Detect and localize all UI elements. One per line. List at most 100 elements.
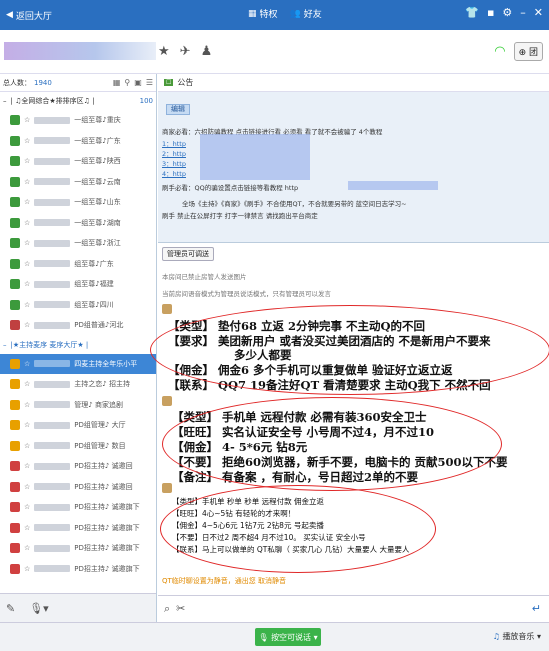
- group-header-1[interactable]: – | ♫全网综合★排排序区♫ | 100: [0, 92, 156, 110]
- blurred-nickname: [34, 239, 71, 247]
- member-row[interactable]: ☆ 一组至尊♪广东: [0, 131, 156, 152]
- signal-icon: ◠: [494, 44, 506, 59]
- member-row[interactable]: ☆ 一组至尊♪山东: [0, 192, 156, 213]
- member-row[interactable]: ☆ 一组至尊♪湖南: [0, 213, 156, 234]
- blurred-links: [200, 134, 310, 180]
- microphone-icon[interactable]: 🎙▾: [29, 602, 49, 615]
- member-row[interactable]: ☆ PD招主持♪ 诚邀旗下: [0, 538, 156, 559]
- collapse-icon: –: [3, 97, 7, 105]
- blurred-nickname: [34, 260, 71, 268]
- manager-dropdown[interactable]: 管理员可调送: [162, 247, 214, 261]
- user-avatar-icon: [10, 115, 20, 126]
- system-message-2: 当前房间语音模式为管理员说话模式，只有管理员可以发言: [162, 290, 331, 298]
- member-row[interactable]: ☆ 主持之恋♪ 招主持: [0, 374, 156, 395]
- push-to-talk-button[interactable]: 🎙 按空可说话 ▾: [255, 628, 321, 646]
- member-row[interactable]: ☆ PD招主持♪ 诚邀旗下: [0, 559, 156, 580]
- member-row[interactable]: ☆ 组至尊♪福建: [0, 274, 156, 295]
- member-name: 一组至尊♪陕西: [74, 157, 121, 166]
- blurred-nickname: [34, 565, 71, 573]
- back-to-lobby-button[interactable]: ◀ 返回大厅: [0, 9, 52, 22]
- member-row[interactable]: ☆ PD招主持♪ 诚邀回: [0, 456, 156, 477]
- music-button[interactable]: ♫ 播放音乐 ▾: [493, 631, 541, 642]
- friends-tab[interactable]: 👥 好友: [290, 7, 322, 21]
- scissors-icon[interactable]: ✂: [176, 602, 185, 616]
- star-icon: ☆: [24, 218, 31, 227]
- star-icon: ☆: [24, 503, 31, 512]
- member-name: 一组至尊♪浙江: [74, 239, 121, 248]
- grid-icon[interactable]: ▦: [113, 78, 121, 87]
- privilege-tab[interactable]: ▦ 特权: [248, 7, 278, 21]
- user-avatar-icon: [10, 156, 20, 167]
- back-icon: ◀: [6, 10, 13, 20]
- blurred-nickname: [34, 524, 71, 532]
- user-avatar-icon: [10, 299, 20, 310]
- user-avatar-icon: [10, 197, 20, 208]
- message-input-bar[interactable]: ⌕ ✂ ↵: [158, 595, 549, 622]
- sender-avatar[interactable]: [162, 483, 172, 493]
- share-plane-icon[interactable]: ✈: [180, 44, 191, 59]
- notice-link-4[interactable]: 4：http: [162, 168, 186, 178]
- list-icon[interactable]: ☰: [146, 78, 153, 87]
- lock-icon[interactable]: ▣: [134, 78, 142, 87]
- mic-off-icon[interactable]: ✎: [6, 602, 15, 615]
- group-header-2[interactable]: – |★主持麦序 麦序大厅★ |: [0, 336, 156, 354]
- send-enter-icon[interactable]: ↵: [532, 602, 541, 615]
- star-icon: ☆: [24, 421, 31, 430]
- blurred-nickname: [34, 198, 71, 206]
- sender-avatar[interactable]: [162, 304, 172, 314]
- highlight-oval-3: [160, 485, 436, 573]
- member-name: PD招主持♪ 诚邀回: [74, 462, 133, 471]
- star-icon: ☆: [24, 259, 31, 268]
- top-bar: ◀ 返回大厅 ▦ 特权 👥 好友 👕 ▪ ⚙ – ✕: [0, 0, 549, 30]
- dropdown-icon: ▾: [311, 632, 318, 642]
- tshirt-icon[interactable]: 👕: [465, 6, 479, 19]
- add-user-icon[interactable]: ♟: [201, 44, 213, 59]
- member-name: 一组至尊♪山东: [74, 198, 121, 207]
- notice-link-1[interactable]: 1：http: [162, 138, 186, 148]
- member-row[interactable]: ☆ PD招主持♪ 诚邀旗下: [0, 497, 156, 518]
- member-row[interactable]: ☆ 一组至尊♪浙江: [0, 233, 156, 254]
- room-action-button[interactable]: ⊕ 团: [513, 42, 543, 61]
- blurred-nickname: [34, 503, 71, 511]
- user-avatar-icon: [10, 320, 20, 331]
- edit-button[interactable]: 编辑: [166, 104, 190, 115]
- member-row[interactable]: ☆ PD招主持♪ 诚邀回: [0, 477, 156, 498]
- member-row[interactable]: ☆ PD组普通♪河北: [0, 315, 156, 336]
- highlight-oval-2: [162, 397, 502, 491]
- favorite-star-icon[interactable]: ★: [158, 44, 170, 59]
- search-icon[interactable]: ⌕: [164, 602, 170, 616]
- member-row[interactable]: ☆ 组至尊♪四川: [0, 295, 156, 316]
- member-name: 组至尊♪四川: [74, 300, 114, 309]
- chat-icon[interactable]: ▪: [487, 6, 494, 19]
- group-2-label: |★主持麦序 麦序大厅★ |: [10, 340, 89, 349]
- member-name: 管理♪ 商家追剧: [74, 400, 123, 409]
- member-row[interactable]: ☆ 一组至尊♪云南: [0, 172, 156, 193]
- close-icon[interactable]: ✕: [534, 6, 543, 19]
- user-avatar-icon: [10, 279, 20, 290]
- star-icon: ☆: [24, 136, 31, 145]
- member-row[interactable]: ☆ PD组管理♪ 大厅: [0, 415, 156, 436]
- notice-tab[interactable]: 公告: [177, 77, 193, 88]
- notice-link-3[interactable]: 3：http: [162, 158, 186, 168]
- location-icon[interactable]: ⚲: [124, 78, 130, 87]
- sender-avatar[interactable]: [162, 396, 172, 406]
- member-row[interactable]: ☆ 一组至尊♪重庆: [0, 110, 156, 131]
- notice-link-2[interactable]: 2：http: [162, 148, 186, 158]
- star-icon: ☆: [24, 523, 31, 532]
- user-avatar-icon: [10, 461, 20, 472]
- minimize-icon[interactable]: –: [520, 6, 526, 19]
- back-label: 返回大厅: [15, 11, 52, 22]
- mute-notice[interactable]: QT临时聊设置为静音，通出您 取消静音: [162, 576, 286, 586]
- room-header: ★ ✈ ♟ ◠ ⊕ 团: [0, 30, 549, 74]
- gift-icon: ▦: [248, 8, 257, 19]
- member-row[interactable]: ☆ PD组管理♪ 数目: [0, 436, 156, 457]
- blurred-nickname: [34, 462, 71, 470]
- member-row[interactable]: ☆ 管理♪ 商家追剧: [0, 395, 156, 416]
- member-row[interactable]: ☆ 四麦主持全年乐小平: [0, 353, 156, 374]
- member-row[interactable]: ☆ 一组至尊♪陕西: [0, 151, 156, 172]
- member-row[interactable]: ☆ PD招主持♪ 诚邀旗下: [0, 518, 156, 539]
- member-row[interactable]: ☆ 组至尊♪广东: [0, 254, 156, 275]
- highlight-oval-1: [150, 305, 549, 395]
- settings-icon[interactable]: ⚙: [502, 6, 512, 19]
- user-avatar-icon: [10, 135, 20, 146]
